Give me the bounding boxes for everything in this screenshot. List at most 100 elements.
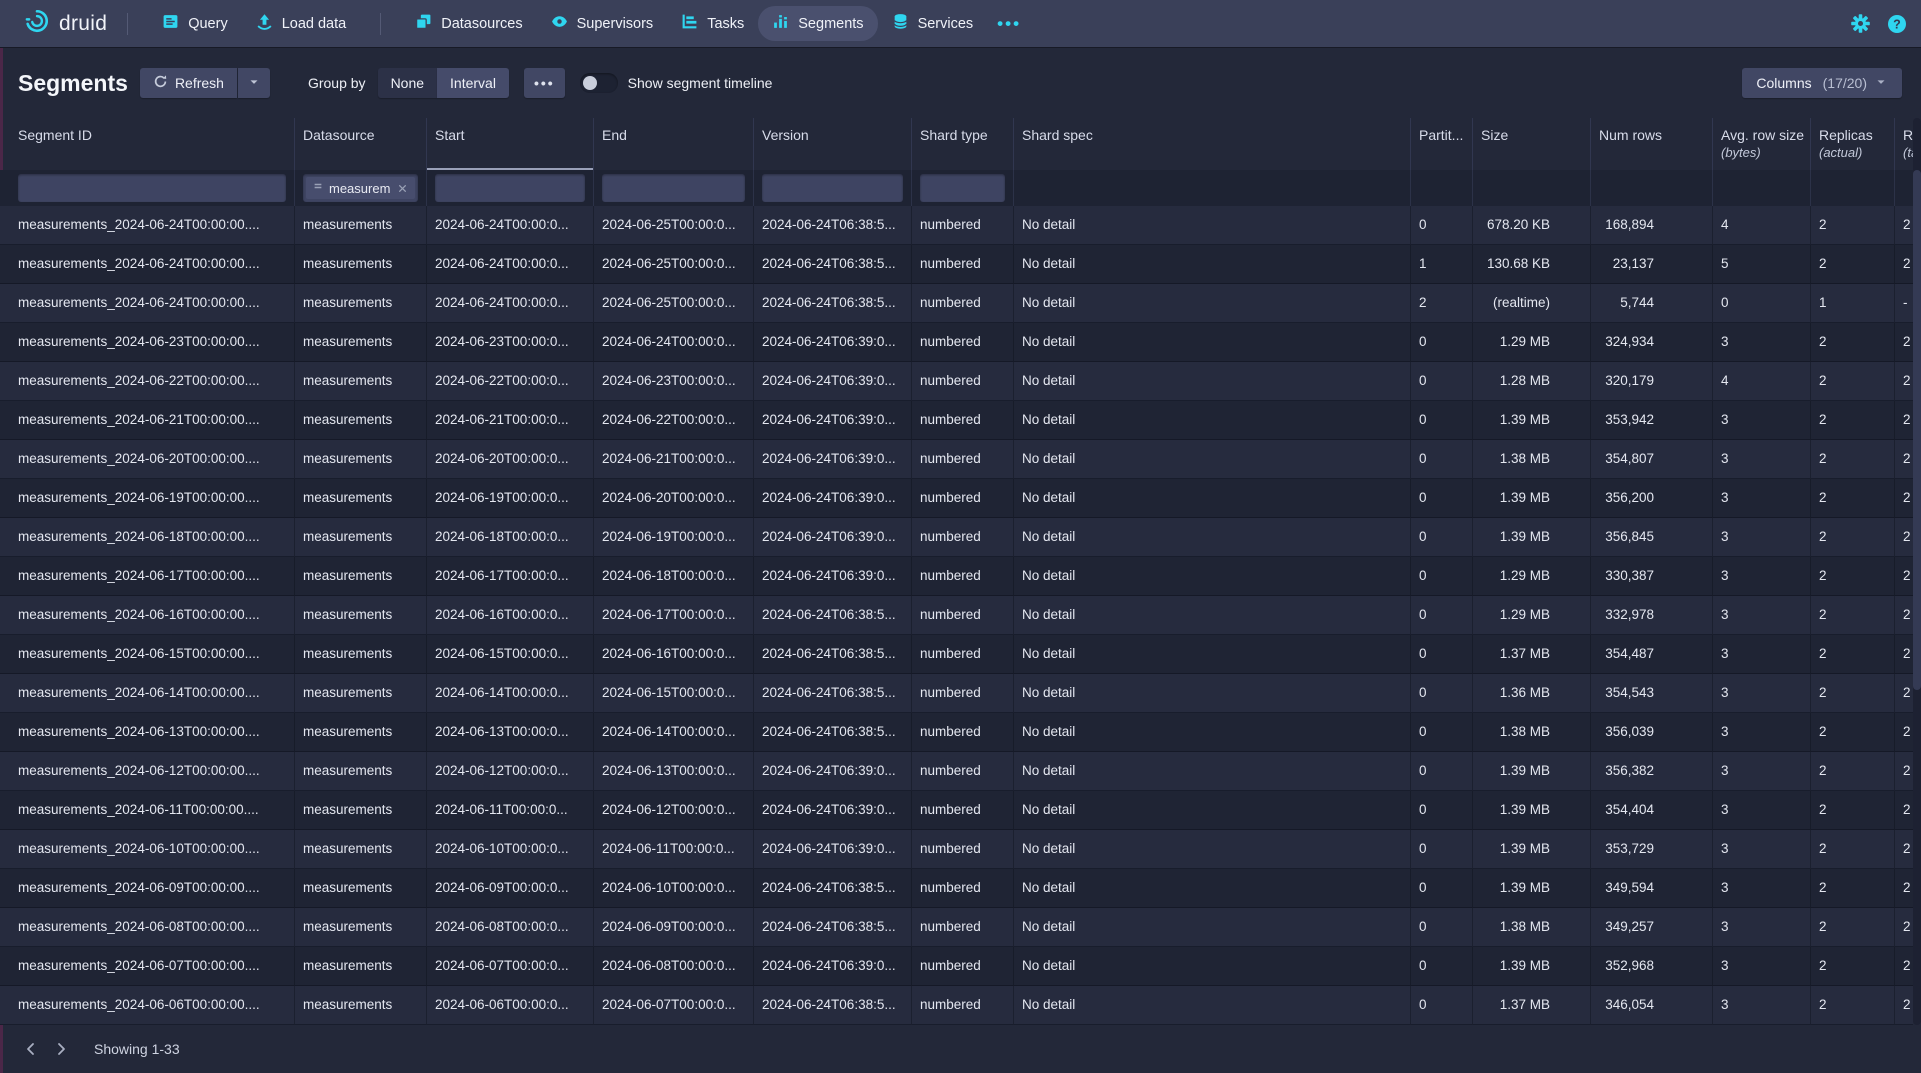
cell-shard_type[interactable]: numbered xyxy=(912,557,1014,596)
cell-shard_spec[interactable]: No detail xyxy=(1014,284,1411,323)
cell-id[interactable]: measurements_2024-06-14T00:00:00.... xyxy=(0,674,295,713)
cell-start[interactable]: 2024-06-24T00:00:0... xyxy=(427,245,594,284)
refresh-options-button[interactable] xyxy=(238,68,270,98)
table-row[interactable]: measurements_2024-06-24T00:00:00....meas… xyxy=(0,284,1913,323)
cell-partition[interactable]: 0 xyxy=(1411,830,1473,869)
cell-version[interactable]: 2024-06-24T06:38:5... xyxy=(754,908,912,947)
cell-end[interactable]: 2024-06-11T00:00:0... xyxy=(594,830,754,869)
cell-shard_type[interactable]: numbered xyxy=(912,284,1014,323)
cell-avg_row_size[interactable]: 3 xyxy=(1713,401,1811,440)
cell-start[interactable]: 2024-06-22T00:00:0... xyxy=(427,362,594,401)
cell-num_rows[interactable]: 330,387 xyxy=(1591,557,1713,596)
cell-partition[interactable]: 0 xyxy=(1411,401,1473,440)
cell-end[interactable]: 2024-06-07T00:00:0... xyxy=(594,986,754,1025)
cell-datasource[interactable]: measurements xyxy=(295,518,427,557)
cell-replicas[interactable]: 2 xyxy=(1811,401,1895,440)
cell-avg_row_size[interactable]: 3 xyxy=(1713,791,1811,830)
header-cell-shard_type[interactable]: Shard type xyxy=(912,118,1014,170)
cell-shard_type[interactable]: numbered xyxy=(912,869,1014,908)
cell-size[interactable]: 1.39 MB xyxy=(1473,869,1591,908)
cell-shard_type[interactable]: numbered xyxy=(912,401,1014,440)
cell-replicas[interactable]: 2 xyxy=(1811,947,1895,986)
table-row[interactable]: measurements_2024-06-14T00:00:00....meas… xyxy=(0,674,1913,713)
cell-shard_spec[interactable]: No detail xyxy=(1014,908,1411,947)
filter-input-end[interactable] xyxy=(602,174,745,202)
nav-item-datasources[interactable]: Datasources xyxy=(401,6,536,41)
cell-size[interactable]: 1.39 MB xyxy=(1473,518,1591,557)
table-row[interactable]: measurements_2024-06-09T00:00:00....meas… xyxy=(0,869,1913,908)
cell-id[interactable]: measurements_2024-06-20T00:00:00.... xyxy=(0,440,295,479)
toolbar-more-button[interactable]: ••• xyxy=(524,68,565,98)
cell-start[interactable]: 2024-06-06T00:00:0... xyxy=(427,986,594,1025)
cell-shard_type[interactable]: numbered xyxy=(912,245,1014,284)
cell-end[interactable]: 2024-06-12T00:00:0... xyxy=(594,791,754,830)
cell-avg_row_size[interactable]: 4 xyxy=(1713,206,1811,245)
cell-version[interactable]: 2024-06-24T06:38:5... xyxy=(754,635,912,674)
cell-num_rows[interactable]: 349,257 xyxy=(1591,908,1713,947)
help-icon[interactable]: ? xyxy=(1887,14,1907,34)
cell-replication_factor[interactable]: 2 xyxy=(1895,440,1913,479)
cell-shard_spec[interactable]: No detail xyxy=(1014,986,1411,1025)
cell-partition[interactable]: 0 xyxy=(1411,323,1473,362)
cell-datasource[interactable]: measurements xyxy=(295,440,427,479)
cell-partition[interactable]: 0 xyxy=(1411,908,1473,947)
cell-num_rows[interactable]: 356,845 xyxy=(1591,518,1713,557)
cell-version[interactable]: 2024-06-24T06:38:5... xyxy=(754,713,912,752)
columns-picker-button[interactable]: Columns (17/20) xyxy=(1742,68,1902,98)
cell-partition[interactable]: 0 xyxy=(1411,791,1473,830)
cell-start[interactable]: 2024-06-17T00:00:0... xyxy=(427,557,594,596)
cell-avg_row_size[interactable]: 3 xyxy=(1713,596,1811,635)
cell-avg_row_size[interactable]: 3 xyxy=(1713,440,1811,479)
cell-replication_factor[interactable]: 2 xyxy=(1895,947,1913,986)
table-row[interactable]: measurements_2024-06-11T00:00:00....meas… xyxy=(0,791,1913,830)
cell-end[interactable]: 2024-06-23T00:00:0... xyxy=(594,362,754,401)
cell-partition[interactable]: 0 xyxy=(1411,674,1473,713)
cell-avg_row_size[interactable]: 3 xyxy=(1713,635,1811,674)
cell-replication_factor[interactable]: 2 xyxy=(1895,518,1913,557)
cell-shard_spec[interactable]: No detail xyxy=(1014,791,1411,830)
cell-partition[interactable]: 0 xyxy=(1411,947,1473,986)
table-row[interactable]: measurements_2024-06-07T00:00:00....meas… xyxy=(0,947,1913,986)
nav-item-query[interactable]: Query xyxy=(148,6,242,41)
group-by-interval-button[interactable]: Interval xyxy=(437,68,509,98)
cell-datasource[interactable]: measurements xyxy=(295,674,427,713)
cell-start[interactable]: 2024-06-15T00:00:0... xyxy=(427,635,594,674)
vertical-scrollbar[interactable] xyxy=(1913,118,1921,1025)
cell-partition[interactable]: 0 xyxy=(1411,986,1473,1025)
cell-version[interactable]: 2024-06-24T06:39:0... xyxy=(754,362,912,401)
cell-avg_row_size[interactable]: 3 xyxy=(1713,830,1811,869)
filter-input-start[interactable] xyxy=(435,174,585,202)
cell-shard_type[interactable]: numbered xyxy=(912,206,1014,245)
cell-replication_factor[interactable]: 2 xyxy=(1895,362,1913,401)
cell-shard_type[interactable]: numbered xyxy=(912,908,1014,947)
cell-replication_factor[interactable]: 2 xyxy=(1895,323,1913,362)
cell-start[interactable]: 2024-06-24T00:00:0... xyxy=(427,284,594,323)
cell-replicas[interactable]: 2 xyxy=(1811,245,1895,284)
cell-id[interactable]: measurements_2024-06-24T00:00:00.... xyxy=(0,284,295,323)
cell-size[interactable]: 1.39 MB xyxy=(1473,947,1591,986)
cell-version[interactable]: 2024-06-24T06:38:5... xyxy=(754,674,912,713)
cell-datasource[interactable]: measurements xyxy=(295,362,427,401)
cell-replication_factor[interactable]: 2 xyxy=(1895,206,1913,245)
cell-replicas[interactable]: 2 xyxy=(1811,713,1895,752)
cell-size[interactable]: 1.28 MB xyxy=(1473,362,1591,401)
cell-replication_factor[interactable]: 2 xyxy=(1895,557,1913,596)
segment-timeline-toggle[interactable] xyxy=(580,73,618,93)
cell-shard_spec[interactable]: No detail xyxy=(1014,752,1411,791)
cell-size[interactable]: 1.38 MB xyxy=(1473,713,1591,752)
cell-shard_spec[interactable]: No detail xyxy=(1014,323,1411,362)
cell-start[interactable]: 2024-06-24T00:00:0... xyxy=(427,206,594,245)
cell-id[interactable]: measurements_2024-06-09T00:00:00.... xyxy=(0,869,295,908)
cell-avg_row_size[interactable]: 3 xyxy=(1713,947,1811,986)
cell-size[interactable]: 678.20 KB xyxy=(1473,206,1591,245)
cell-size[interactable]: 130.68 KB xyxy=(1473,245,1591,284)
cell-id[interactable]: measurements_2024-06-07T00:00:00.... xyxy=(0,947,295,986)
refresh-button[interactable]: Refresh xyxy=(140,68,237,98)
cell-shard_type[interactable]: numbered xyxy=(912,323,1014,362)
cell-shard_spec[interactable]: No detail xyxy=(1014,830,1411,869)
cell-datasource[interactable]: measurements xyxy=(295,635,427,674)
cell-partition[interactable]: 0 xyxy=(1411,869,1473,908)
nav-item-services[interactable]: Services xyxy=(878,6,988,41)
cell-avg_row_size[interactable]: 3 xyxy=(1713,752,1811,791)
cell-id[interactable]: measurements_2024-06-21T00:00:00.... xyxy=(0,401,295,440)
